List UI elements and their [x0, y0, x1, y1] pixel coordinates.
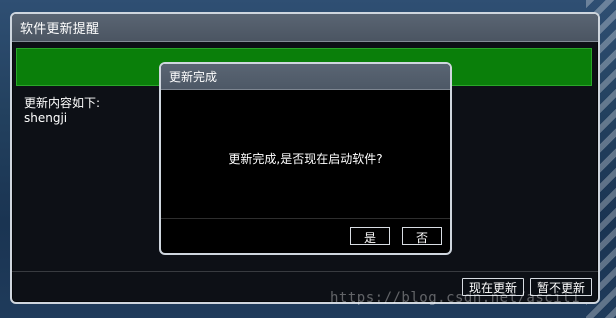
- dialog-actions: 是 否: [350, 227, 442, 245]
- dialog-message: 更新完成,是否现在启动软件?: [228, 152, 383, 166]
- content-heading: 更新内容如下:: [24, 96, 101, 110]
- dialog-title: 更新完成: [169, 70, 218, 84]
- update-content: 更新内容如下: shengji: [24, 96, 100, 126]
- content-item: shengji: [24, 111, 68, 125]
- dialog-titlebar: 更新完成: [161, 64, 450, 90]
- yes-button[interactable]: 是: [350, 227, 390, 245]
- main-titlebar: 软件更新提醒: [12, 14, 598, 42]
- main-divider: [12, 271, 598, 272]
- watermark-text: https://blog.csdn.net/ascil1: [330, 290, 581, 306]
- update-complete-dialog: 更新完成 更新完成,是否现在启动软件? 是 否: [159, 62, 452, 255]
- no-button[interactable]: 否: [402, 227, 442, 245]
- dialog-divider: [161, 218, 450, 219]
- window-title: 软件更新提醒: [20, 22, 100, 37]
